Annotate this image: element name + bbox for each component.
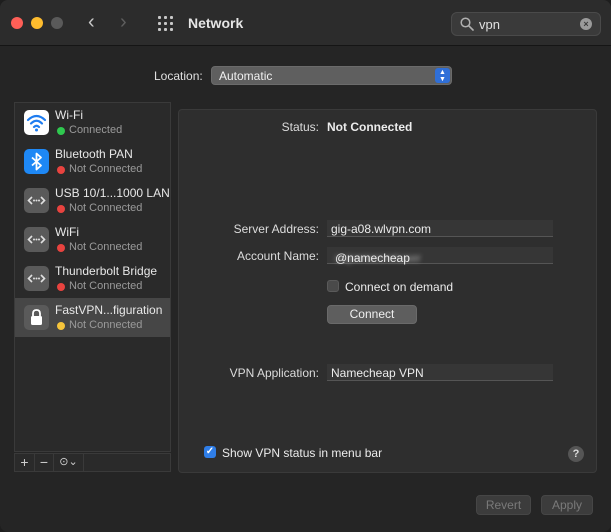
vpn-application-label: VPN Application: [229, 366, 319, 380]
search-field[interactable]: × [451, 12, 601, 36]
service-name: USB 10/1...1000 LAN [55, 186, 170, 200]
service-item-wifi[interactable]: Wi-Fi Connected [15, 103, 170, 142]
service-item-thunderbolt-bridge[interactable]: Thunderbolt Bridge Not Connected [15, 259, 170, 298]
service-name: Bluetooth PAN [55, 147, 133, 161]
service-list: Wi-Fi Connected Bluetooth PAN Not Connec… [14, 102, 171, 452]
service-status: Not Connected [69, 163, 143, 175]
service-item-bluetooth-pan[interactable]: Bluetooth PAN Not Connected [15, 142, 170, 181]
account-name-field[interactable]: supersecretuser @namecheap [327, 247, 553, 265]
status-label: Status: [281, 120, 319, 134]
service-item-usb-lan[interactable]: USB 10/1...1000 LAN Not Connected [15, 181, 170, 220]
revert-button[interactable]: Revert [476, 495, 531, 515]
server-address-label: Server Address: [233, 222, 319, 236]
back-arrow-icon[interactable]: ‹ [88, 12, 95, 32]
status-indicator [57, 166, 65, 174]
location-label: Location: [154, 69, 203, 83]
service-status: Connected [69, 124, 123, 136]
service-item-wifi-2[interactable]: WiFi Not Connected [15, 220, 170, 259]
service-status: Not Connected [69, 202, 143, 214]
wifi-icon [24, 110, 49, 135]
search-icon [460, 17, 474, 31]
status-indicator [57, 322, 65, 330]
chevron-up-down-icon: ▲ ▼ [435, 68, 450, 83]
ethernet-icon [24, 188, 49, 213]
connect-on-demand-label: Connect on demand [345, 280, 454, 294]
status-indicator [57, 127, 65, 135]
ethernet-icon [24, 227, 49, 252]
service-item-fastvpn[interactable]: FastVPN...figuration Not Connected [15, 298, 170, 337]
location-value: Automatic [219, 69, 273, 83]
status-indicator [57, 244, 65, 252]
zoom-window-button[interactable] [51, 17, 63, 29]
add-service-button[interactable]: + [15, 454, 35, 471]
status-value: Not Connected [327, 120, 413, 134]
remove-service-button[interactable]: − [35, 454, 54, 471]
bluetooth-icon [24, 149, 49, 174]
server-address-field[interactable]: gig-a08.wlvpn.com [327, 220, 553, 237]
forward-arrow-icon[interactable]: › [120, 12, 127, 32]
clear-search-icon[interactable]: × [580, 18, 592, 30]
account-name-label: Account Name: [236, 249, 319, 263]
ethernet-icon [24, 266, 49, 291]
location-select[interactable]: Automatic ▲ ▼ [211, 66, 452, 85]
vpn-application-value: Namecheap VPN [331, 366, 424, 380]
show-vpn-status-label: Show VPN status in menu bar [222, 446, 383, 460]
titlebar: ‹ › Network × [0, 0, 611, 46]
service-name: WiFi [55, 225, 79, 239]
help-button[interactable]: ? [568, 446, 584, 462]
close-window-button[interactable] [11, 17, 23, 29]
connect-on-demand-checkbox[interactable] [327, 280, 339, 292]
status-indicator [57, 283, 65, 291]
service-list-toolbar: + − ⊙⌄ [14, 453, 171, 472]
window-title: Network [188, 15, 244, 31]
service-actions-menu-button[interactable]: ⊙⌄ [54, 454, 84, 471]
minimize-window-button[interactable] [31, 17, 43, 29]
search-input[interactable] [479, 16, 574, 32]
account-name-suffix: @namecheap [335, 251, 410, 265]
lock-icon [24, 305, 49, 330]
vpn-application-field[interactable]: Namecheap VPN [327, 364, 553, 381]
service-status: Not Connected [69, 319, 143, 331]
service-status: Not Connected [69, 241, 143, 253]
show-vpn-status-checkbox[interactable]: ✓ [204, 446, 216, 458]
apply-button[interactable]: Apply [541, 495, 593, 515]
server-address-value: gig-a08.wlvpn.com [331, 222, 432, 236]
service-name: FastVPN...figuration [55, 303, 163, 317]
service-name: Thunderbolt Bridge [55, 264, 158, 278]
service-status: Not Connected [69, 280, 143, 292]
vpn-detail-panel: Status: Not Connected Server Address: gi… [178, 109, 597, 473]
network-preferences-window: ‹ › Network × Location: Automatic ▲▼ [0, 0, 611, 532]
status-indicator [57, 205, 65, 213]
show-all-grid-icon[interactable] [157, 15, 174, 32]
connect-button[interactable]: Connect [327, 305, 417, 324]
service-name: Wi-Fi [55, 108, 83, 122]
